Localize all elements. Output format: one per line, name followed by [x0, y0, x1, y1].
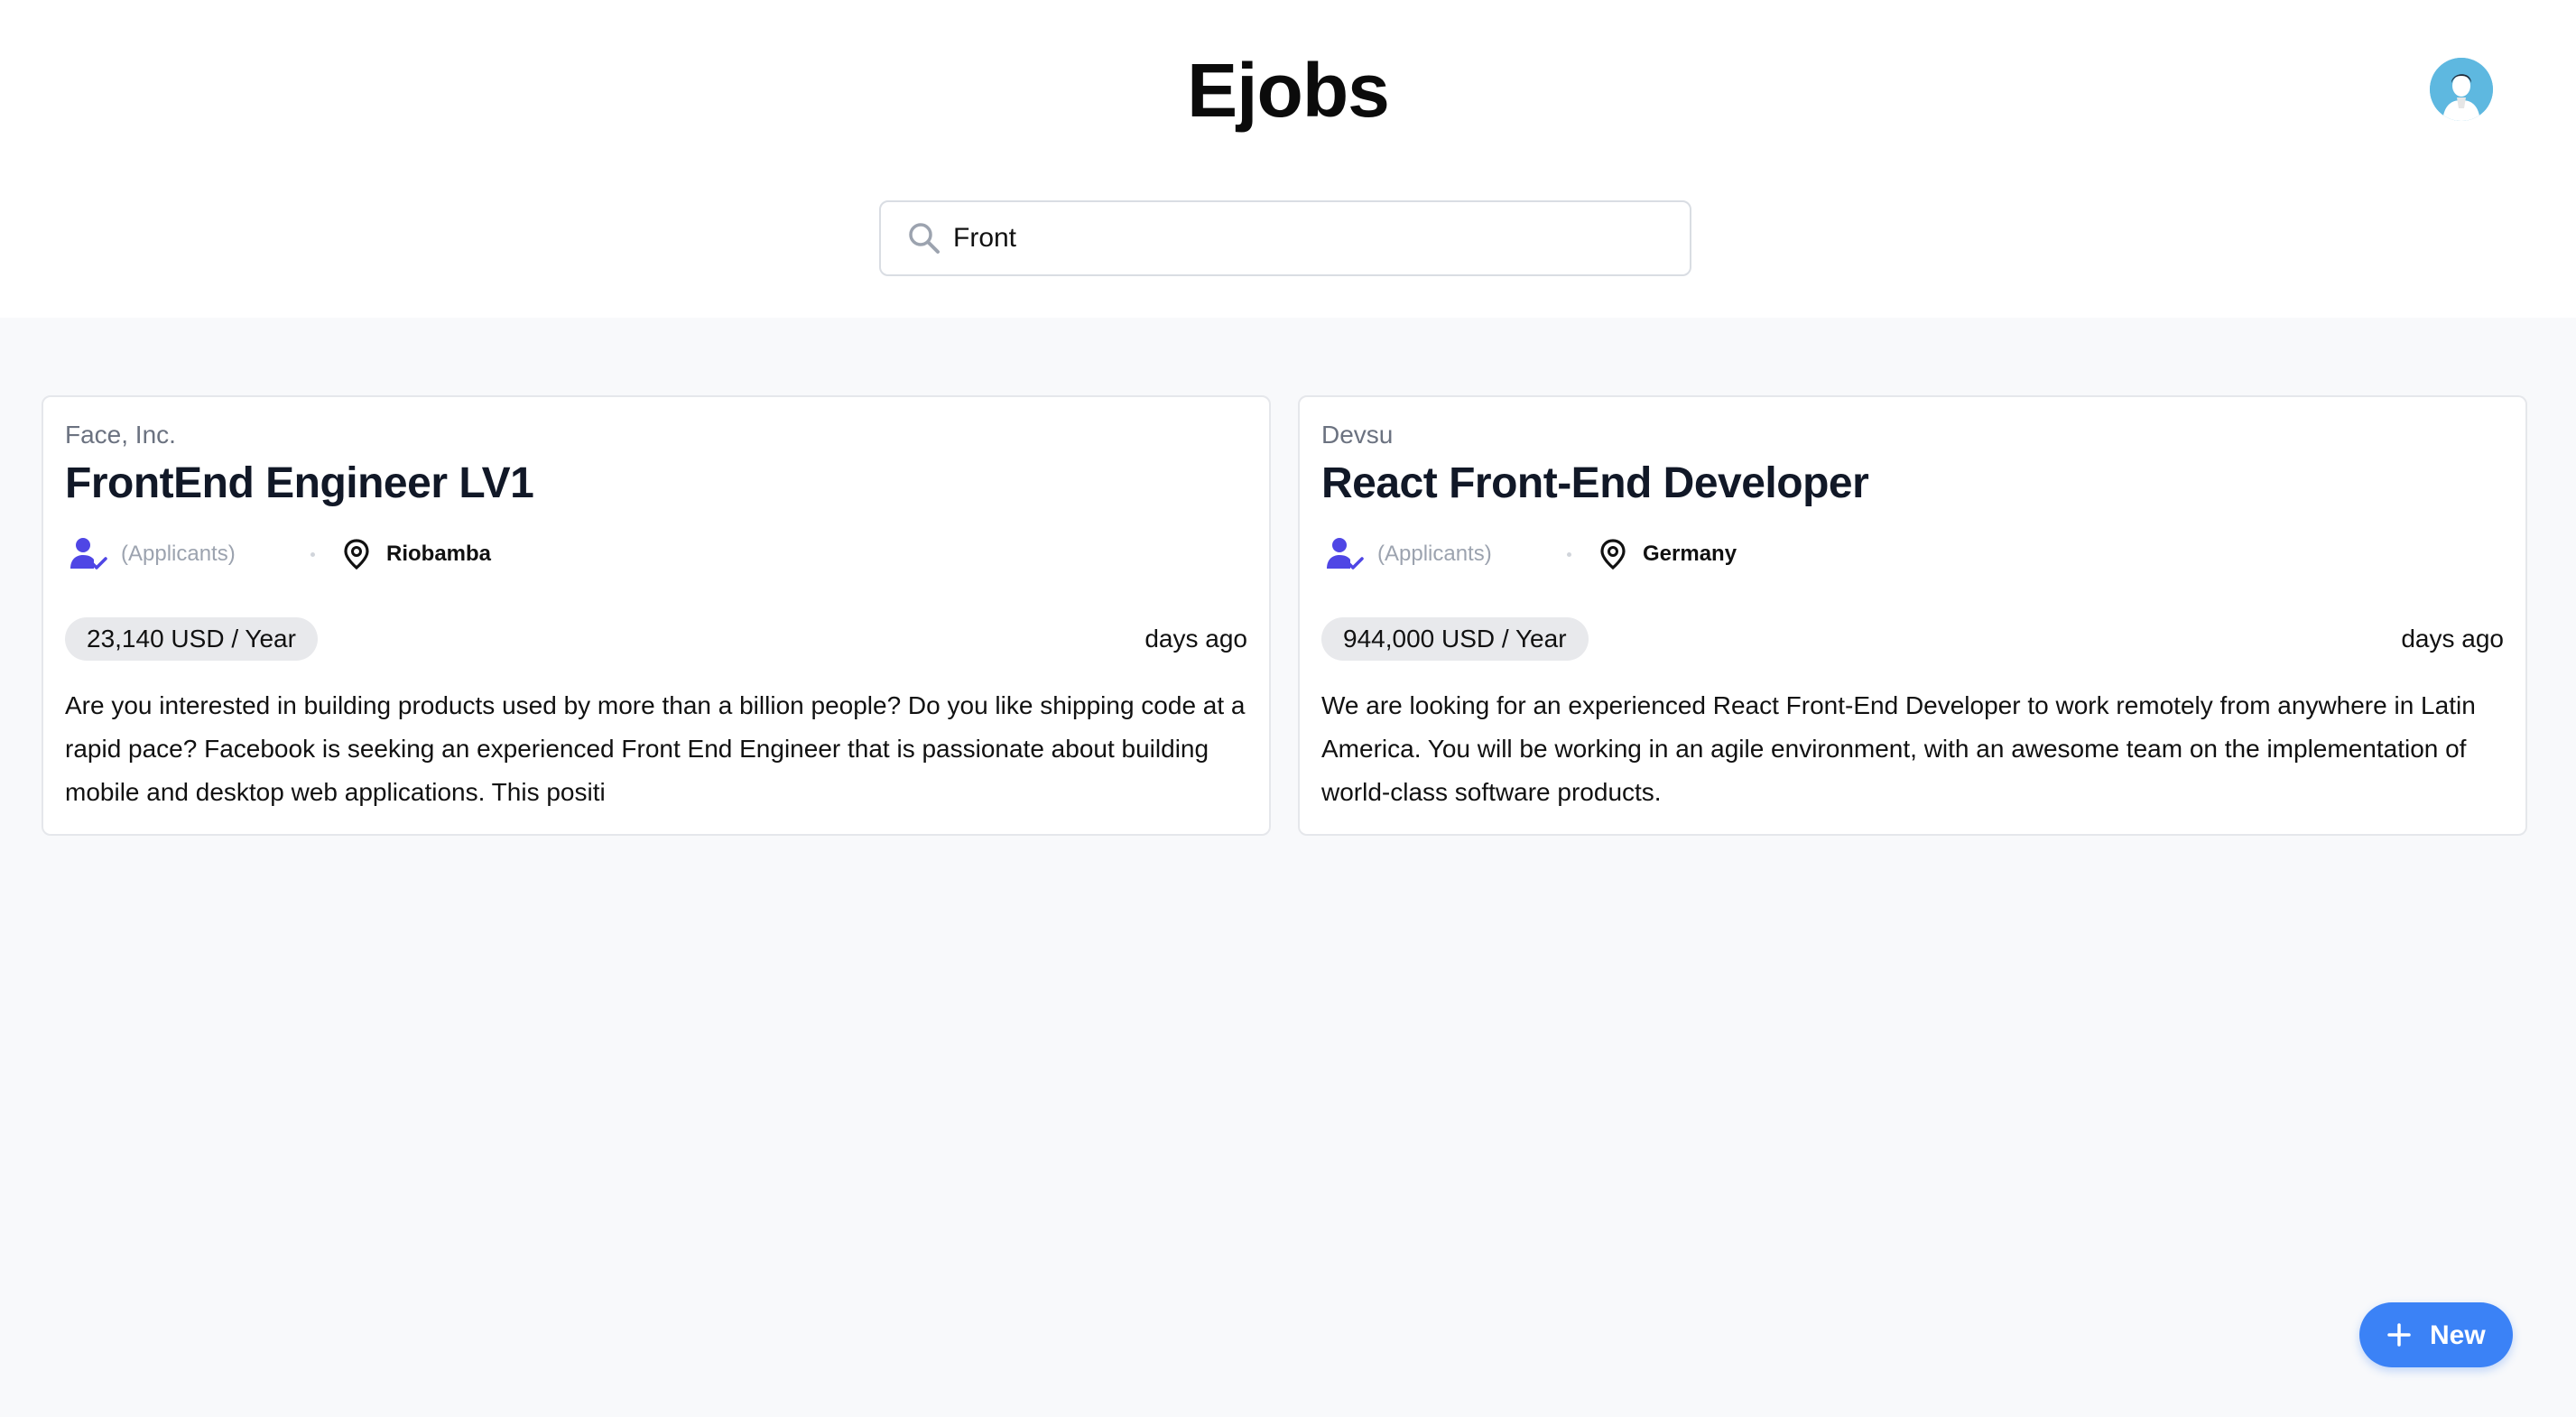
plus-icon — [2387, 1323, 2411, 1347]
new-job-button[interactable]: New — [2359, 1302, 2513, 1367]
new-button-label: New — [2430, 1320, 2486, 1350]
avatar-icon — [2430, 58, 2493, 121]
salary-badge: 23,140 USD / Year — [65, 617, 318, 661]
job-card[interactable]: Devsu React Front-End Developer (Applica… — [1298, 395, 2527, 836]
job-location: Germany — [1643, 542, 1737, 566]
posted-time: days ago — [1144, 625, 1247, 653]
job-meta: (Applicants) Germany — [1321, 534, 2224, 574]
app-title: Ejobs — [1187, 48, 1390, 133]
header: Ejobs — [0, 0, 2576, 318]
search-box[interactable] — [879, 200, 1691, 276]
applicants-count: (Applicants) — [121, 542, 236, 566]
job-title[interactable]: React Front-End Developer — [1321, 458, 1869, 508]
separator-dot — [1567, 552, 1571, 557]
location-pin-icon — [1600, 539, 1626, 570]
user-avatar[interactable] — [2430, 58, 2493, 121]
job-title[interactable]: FrontEnd Engineer LV1 — [65, 458, 534, 508]
applicants-count: (Applicants) — [1377, 542, 1492, 566]
user-check-icon — [1327, 538, 1364, 570]
job-location: Riobamba — [386, 542, 492, 566]
job-meta: (Applicants) Riobamba — [65, 534, 968, 574]
company-name: Face, Inc. — [65, 421, 176, 449]
user-check-icon — [70, 538, 107, 570]
location-pin-icon — [344, 539, 369, 570]
salary-badge: 944,000 USD / Year — [1321, 617, 1589, 661]
search-input[interactable] — [953, 202, 1666, 274]
job-description: We are looking for an experienced React … — [1321, 691, 2476, 806]
company-name: Devsu — [1321, 421, 1394, 449]
search-icon — [909, 223, 940, 254]
separator-dot — [310, 552, 315, 557]
posted-time: days ago — [2401, 625, 2504, 653]
job-card[interactable]: Face, Inc. FrontEnd Engineer LV1 (Applic… — [42, 395, 1271, 836]
job-description: Are you interested in building products … — [65, 691, 1246, 806]
